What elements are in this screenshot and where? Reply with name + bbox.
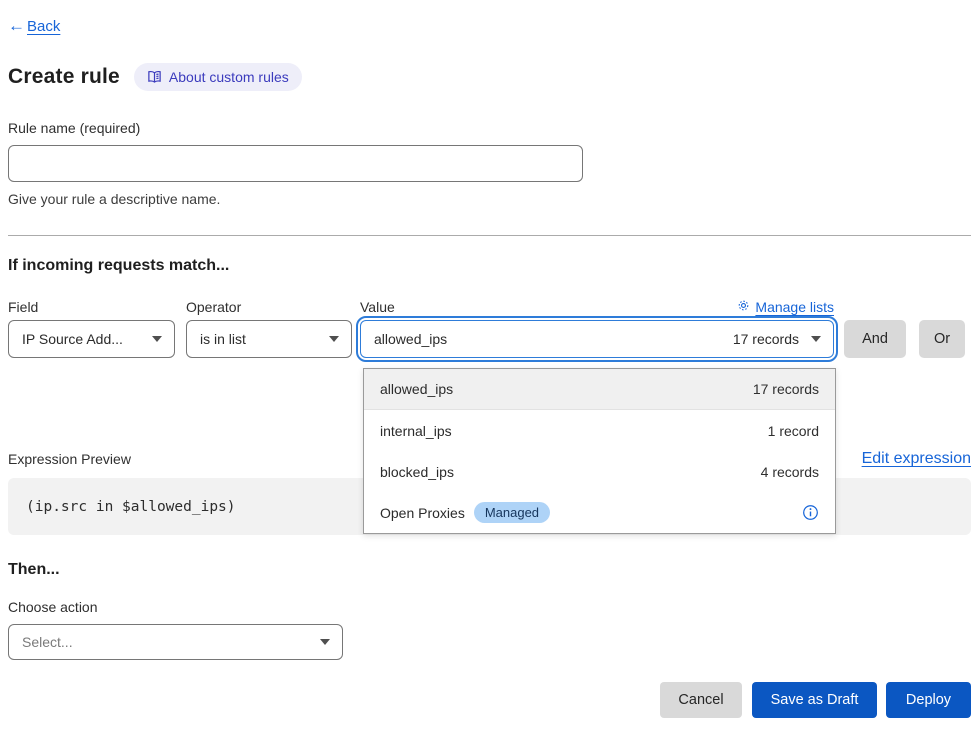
or-button[interactable]: Or <box>919 320 965 358</box>
save-as-draft-button[interactable]: Save as Draft <box>752 682 877 718</box>
about-badge-label: About custom rules <box>169 69 289 85</box>
list-record-count: 17 records <box>753 381 819 397</box>
action-select[interactable]: Select... <box>8 624 343 660</box>
managed-badge: Managed <box>474 502 550 523</box>
value-select[interactable]: allowed_ips 17 records <box>360 320 834 358</box>
deploy-button[interactable]: Deploy <box>886 682 971 718</box>
list-item-allowed-ips[interactable]: allowed_ips 17 records <box>364 369 835 410</box>
rule-name-label: Rule name (required) <box>8 120 971 136</box>
field-label: Field <box>8 299 175 315</box>
operator-select-value: is in list <box>200 331 246 347</box>
match-labels-row: Field Operator Value Manage lists <box>8 299 971 315</box>
chevron-down-icon <box>152 336 162 342</box>
expression-code: (ip.src in $allowed_ips) <box>26 499 236 515</box>
value-label: Value <box>360 299 395 315</box>
operator-label: Operator <box>186 299 352 315</box>
expression-preview-label: Expression Preview <box>8 451 131 467</box>
create-rule-page: ←Back Create rule About custom rules Rul… <box>0 0 979 739</box>
operator-select[interactable]: is in list <box>186 320 352 358</box>
list-record-count: 4 records <box>761 464 819 480</box>
chevron-down-icon <box>329 336 339 342</box>
match-controls-row: IP Source Add... is in list allowed_ips … <box>8 320 971 358</box>
match-heading: If incoming requests match... <box>8 257 971 275</box>
choose-action-label: Choose action <box>8 599 971 615</box>
field-select-value: IP Source Add... <box>22 331 123 347</box>
and-button[interactable]: And <box>844 320 906 358</box>
value-select-value: allowed_ips <box>374 331 447 347</box>
field-select[interactable]: IP Source Add... <box>8 320 175 358</box>
value-select-wrap: allowed_ips 17 records allowed_ips 17 re… <box>360 320 834 358</box>
edit-expression-link[interactable]: Edit expression <box>862 450 971 468</box>
cancel-button[interactable]: Cancel <box>660 682 742 718</box>
chevron-down-icon <box>320 639 330 645</box>
value-record-count: 17 records <box>733 331 799 347</box>
list-name: Open Proxies <box>380 505 465 521</box>
rule-name-help: Give your rule a descriptive name. <box>8 191 971 207</box>
list-name: blocked_ips <box>380 464 454 480</box>
back-arrow-icon: ← <box>8 16 25 36</box>
book-icon <box>147 70 162 84</box>
page-title: Create rule <box>8 65 120 89</box>
title-row: Create rule About custom rules <box>8 63 971 91</box>
rule-name-input[interactable] <box>8 145 583 182</box>
footer-actions: Cancel Save as Draft Deploy <box>8 682 971 718</box>
list-record-count: 1 record <box>768 423 819 439</box>
about-custom-rules-badge[interactable]: About custom rules <box>134 63 302 91</box>
list-name: allowed_ips <box>380 381 453 397</box>
info-icon[interactable] <box>802 504 819 521</box>
manage-lists-label: Manage lists <box>755 299 834 315</box>
then-heading: Then... <box>8 561 971 579</box>
value-dropdown-menu: allowed_ips 17 records internal_ips 1 re… <box>363 368 836 534</box>
list-name: internal_ips <box>380 423 452 439</box>
chevron-down-icon <box>811 336 821 342</box>
action-select-placeholder: Select... <box>22 634 73 650</box>
gear-icon <box>737 299 750 315</box>
back-link-label: Back <box>27 18 60 35</box>
manage-lists-link[interactable]: Manage lists <box>737 299 834 315</box>
section-divider <box>8 235 971 236</box>
list-item-open-proxies[interactable]: Open Proxies Managed <box>364 492 835 533</box>
list-item-blocked-ips[interactable]: blocked_ips 4 records <box>364 451 835 492</box>
back-link[interactable]: ←Back <box>8 16 60 36</box>
list-item-internal-ips[interactable]: internal_ips 1 record <box>364 410 835 451</box>
